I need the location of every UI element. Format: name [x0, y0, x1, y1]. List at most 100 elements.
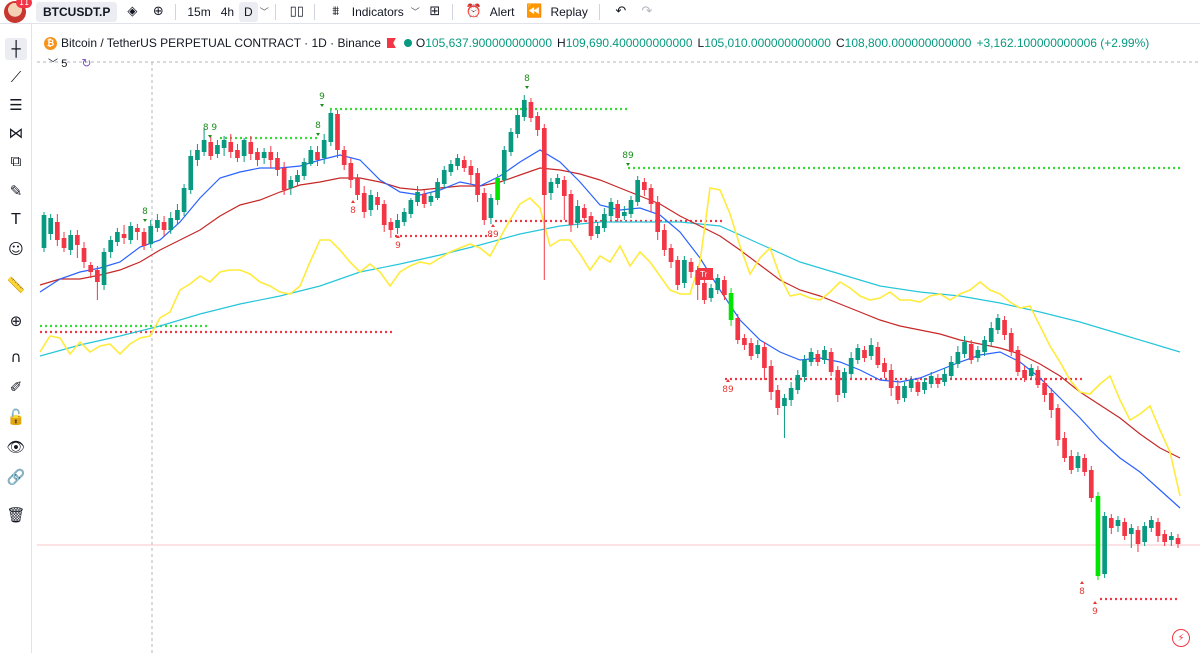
eye-icon[interactable]: 👁 — [5, 436, 27, 458]
candle-body — [101, 252, 107, 285]
fib-levels-icon[interactable]: ☰ — [5, 94, 27, 116]
candle-type-icon[interactable]: ▯▯ — [286, 2, 308, 22]
candle-body — [995, 318, 1001, 330]
symbol-title[interactable]: Bitcoin / TetherUS PERPETUAL CONTRACT · … — [61, 36, 381, 50]
indicators-chevron-icon[interactable]: ﹀ — [411, 5, 420, 18]
indicator-toggle[interactable]: ﹀ 5 — [48, 55, 67, 70]
interval-4h[interactable]: 4h — [216, 2, 239, 22]
candle-body — [635, 180, 641, 202]
candle-body — [948, 362, 954, 376]
candle-body — [295, 175, 300, 182]
text-tool-icon[interactable]: T — [5, 208, 27, 230]
candle-body — [235, 150, 240, 158]
drawing-toolbar: ┼ ⟋ ☰ ⋈ ⧉ ✎ T ☺ 📏 ⊕ ∩ ✐ 🔓 👁 🔗 🗑 — [0, 24, 32, 653]
redo-icon[interactable]: ↷ — [636, 2, 658, 22]
emoji-icon[interactable]: ☺ — [5, 238, 27, 260]
candle-body — [848, 358, 854, 374]
td-arrow-marker — [491, 224, 495, 227]
replay-icon[interactable]: ⏪ — [523, 2, 545, 22]
candle-body — [935, 378, 941, 384]
candle-body — [315, 152, 320, 160]
candle-body — [768, 366, 774, 392]
symbol-search-button[interactable]: BTCUSDT.P — [36, 1, 118, 22]
ruler-icon[interactable]: 📏 — [5, 274, 27, 296]
candle-body — [321, 140, 327, 158]
lock-icon[interactable]: 🔓 — [5, 406, 27, 428]
candle-body — [248, 142, 254, 154]
price-chart[interactable]: 88 99888989898989 Tr — [37, 30, 1200, 653]
candle-body — [535, 116, 540, 130]
zoom-icon[interactable]: ⊕ — [5, 310, 27, 332]
candle-body — [888, 370, 894, 388]
candle-body — [1008, 333, 1014, 352]
candle-body — [435, 182, 440, 198]
lock-drawing-icon[interactable]: ✐ — [5, 376, 27, 398]
candle-body — [1088, 470, 1094, 498]
candle-body — [968, 344, 974, 360]
candle-body — [748, 343, 754, 356]
candle-body — [1095, 496, 1101, 576]
candle-body — [1148, 520, 1154, 528]
forecast-icon[interactable]: ⧉ — [5, 150, 27, 172]
indicators-button[interactable]: Indicators — [347, 2, 409, 22]
trash-icon[interactable]: 🗑 — [5, 504, 27, 526]
candle-body — [268, 152, 274, 160]
market-status-icon — [403, 39, 412, 47]
candle-body — [461, 160, 467, 168]
candle-body — [335, 114, 340, 150]
candle-body — [148, 226, 154, 244]
candle-body — [195, 150, 200, 160]
pattern-icon[interactable]: ⋈ — [5, 122, 27, 144]
candle-body — [288, 180, 294, 188]
indicators-icon[interactable]: ⩩ — [325, 2, 347, 22]
td-arrow-marker — [143, 219, 147, 222]
td-arrow-marker — [320, 104, 324, 107]
interval-d[interactable]: D — [239, 1, 258, 22]
candle-body — [1048, 393, 1054, 410]
candle-body — [795, 375, 801, 390]
td-count-marker: 9 — [395, 241, 401, 251]
alert-icon[interactable]: ⏰ — [463, 2, 485, 22]
candle-body — [601, 214, 607, 228]
candle-body — [181, 188, 187, 212]
alert-button[interactable]: Alert — [485, 2, 520, 22]
candle-body — [228, 142, 234, 152]
candle-body — [175, 210, 180, 220]
candle-body — [41, 215, 47, 248]
candle-body — [775, 390, 781, 408]
open-label: O — [415, 36, 426, 50]
candle-body — [1022, 370, 1027, 378]
candle-body — [1162, 534, 1167, 542]
add-symbol-icon[interactable]: ⊕ — [147, 2, 169, 22]
brush-icon[interactable]: ✎ — [5, 180, 27, 202]
candle-body — [508, 132, 514, 152]
candle-body — [241, 140, 247, 156]
layout-grid-icon[interactable]: ⊞ — [424, 2, 446, 22]
candle-body — [128, 226, 134, 240]
refresh-icon[interactable]: ↻ — [81, 56, 91, 70]
crosshair-icon[interactable]: ┼ — [5, 38, 27, 60]
user-avatar[interactable]: 11 — [4, 0, 33, 23]
replay-button[interactable]: Replay — [545, 2, 592, 22]
lightning-icon[interactable]: ⚡ — [1172, 629, 1190, 647]
candle-body — [301, 162, 307, 176]
candle-body — [1075, 456, 1081, 468]
interval-15m[interactable]: 15m — [182, 2, 215, 22]
candle-body — [895, 386, 901, 400]
magnet-icon[interactable]: ∩ — [5, 346, 27, 368]
top-toolbar: 11 BTCUSDT.P ◈ ⊕ 15m 4h D ﹀ ▯▯ ⩩ Indicat… — [0, 0, 1200, 24]
candle-body — [828, 352, 834, 372]
candle-body — [922, 382, 927, 390]
candle-body — [642, 182, 647, 190]
trendline-icon[interactable]: ⟋ — [5, 66, 27, 88]
td-count-marker: 8 — [524, 74, 530, 84]
diamond-icon[interactable]: ◈ — [121, 2, 143, 22]
flag-icon[interactable] — [386, 38, 396, 48]
candle-body — [902, 386, 907, 398]
interval-chevron-icon[interactable]: ﹀ — [260, 5, 269, 18]
candle-body — [155, 220, 160, 228]
change-value: +3,162.100000000006 (+2.99%) — [976, 36, 1150, 50]
undo-icon[interactable]: ↶ — [610, 2, 632, 22]
link-icon[interactable]: 🔗 — [5, 466, 27, 488]
bitcoin-icon: ₿ — [44, 36, 57, 50]
